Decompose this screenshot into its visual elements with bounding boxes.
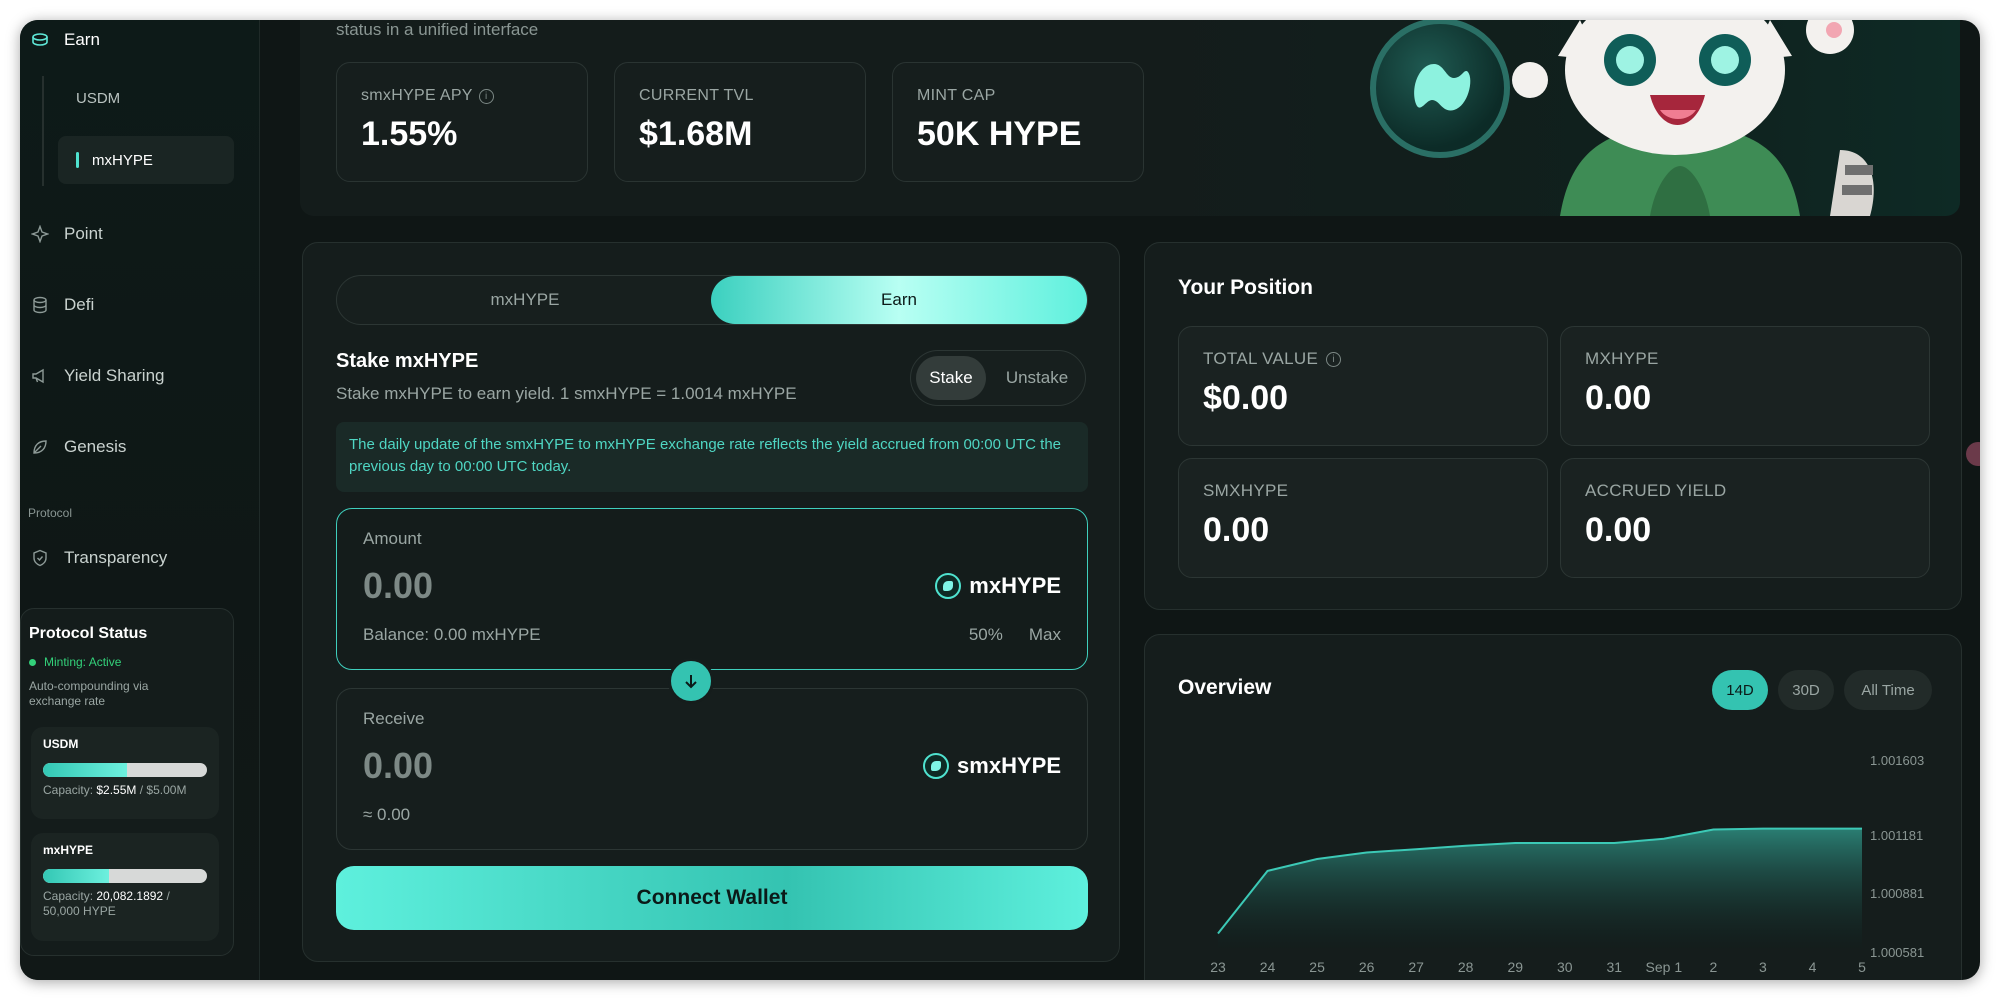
x-tick-label: Sep 1	[1646, 959, 1683, 975]
app-window: Earn USDM mxHYPE Point Defi Yield Sharin…	[20, 20, 1980, 980]
receive-approx: ≈ 0.00	[363, 805, 411, 824]
stake-title: Stake mxHYPE	[336, 350, 479, 372]
stat-value: 50K HYPE	[917, 115, 1082, 153]
x-tick-label: 2	[1709, 959, 1717, 975]
submenu-line	[42, 76, 44, 186]
receive-box: Receive 0.00 smxHYPE ≈ 0.00	[336, 688, 1088, 850]
sidebar-subitem-mxhype[interactable]: mxHYPE	[58, 136, 234, 184]
stake-mode-button[interactable]: Stake	[916, 356, 986, 400]
capacity-bar-fill	[43, 869, 109, 883]
sidebar-item-label: Earn	[64, 30, 100, 49]
position-title: Your Position	[1178, 276, 1313, 299]
y-tick-label: 1.000881	[1870, 886, 1924, 901]
x-tick-label: 24	[1260, 959, 1276, 975]
sidebar-item-point[interactable]: Point	[30, 214, 103, 254]
amount-input-box[interactable]: Amount 0.00 mxHYPE Balance: 0.00 mxHYPE …	[336, 508, 1088, 670]
exchange-rate-notice: The daily update of the smxHYPE to mxHYP…	[336, 422, 1088, 492]
section-label-protocol: Protocol	[28, 506, 73, 520]
token-mxhype: mxHYPE	[935, 573, 1061, 599]
x-tick-label: 4	[1809, 959, 1817, 975]
x-tick-label: 3	[1759, 959, 1767, 975]
x-tick-label: 25	[1309, 959, 1325, 975]
shield-icon	[30, 548, 50, 568]
connect-wallet-button[interactable]: Connect Wallet	[336, 866, 1088, 930]
balance-text: Balance: 0.00 mxHYPE	[363, 625, 541, 644]
capacity-bar	[43, 869, 207, 883]
sidebar-item-genesis[interactable]: Genesis	[30, 427, 126, 467]
x-tick-label: 31	[1607, 959, 1623, 975]
overview-area-chart: 23 24 25 26 27 28 29 30 31 Sep 1 2 3 4 51.0016031.001…	[1210, 753, 1924, 975]
cat-mascot-illustration	[1512, 20, 1874, 216]
leaf-icon	[30, 437, 50, 457]
hero-subtitle: status in a unified interface	[336, 20, 539, 39]
stat-card-mint-cap: MINT CAP 50K HYPE	[892, 62, 1144, 182]
megaphone-icon	[30, 366, 50, 386]
x-tick-label: 27	[1408, 959, 1424, 975]
status-dot-icon	[29, 658, 36, 666]
swap-direction-button[interactable]	[668, 658, 714, 704]
token-smxhype: smxHYPE	[923, 753, 1061, 779]
sidebar: Earn USDM mxHYPE Point Defi Yield Sharin…	[20, 20, 260, 980]
asset-toggle: mxHYPE Earn	[336, 275, 1088, 325]
x-tick-label: 23	[1210, 959, 1226, 975]
amount-input[interactable]: 0.00	[363, 565, 433, 607]
mxhype-token-icon	[935, 573, 962, 599]
stat-card-tvl: CURRENT TVL $1.68M	[614, 62, 866, 182]
tab-mxhype[interactable]: mxHYPE	[337, 276, 713, 324]
overview-title: Overview	[1178, 676, 1272, 699]
y-tick-label: 1.000581	[1870, 945, 1924, 960]
tab-earn[interactable]: Earn	[711, 276, 1087, 324]
capacity-bar	[43, 763, 207, 777]
sidebar-item-defi[interactable]: Defi	[30, 285, 94, 325]
position-card-total-value: TOTAL VALUE i $0.00	[1178, 326, 1548, 446]
half-button[interactable]: 50%	[969, 625, 1003, 645]
capacity-box-mxhype: mxHYPE Capacity: 20,082.1892 / 50,000 HY…	[31, 833, 219, 941]
sparkle-icon	[30, 224, 50, 244]
range-14d-button[interactable]: 14D	[1712, 670, 1768, 710]
stat-value: $1.68M	[639, 115, 753, 153]
x-tick-label: 26	[1359, 959, 1375, 975]
x-tick-label: 28	[1458, 959, 1474, 975]
sidebar-subitem-usdm[interactable]: USDM	[58, 74, 234, 122]
capacity-bar-fill	[43, 763, 127, 777]
range-30d-button[interactable]: 30D	[1778, 670, 1834, 710]
hype-coin-illustration	[1370, 20, 1510, 158]
y-tick-label: 1.001181	[1870, 828, 1923, 843]
x-tick-label: 5	[1858, 959, 1866, 975]
stat-value: 1.55%	[361, 115, 458, 153]
chart-area	[1218, 828, 1862, 948]
edge-widget-icon[interactable]	[1966, 442, 1980, 466]
position-card-mxhype: MXHYPE 0.00	[1560, 326, 1930, 446]
minting-status: Minting: Active	[29, 655, 225, 669]
stake-mode-toggle: Stake Unstake	[910, 350, 1086, 406]
stat-card-apy: smxHYPE APY i 1.55%	[336, 62, 588, 182]
unstake-mode-button[interactable]: Unstake	[993, 356, 1081, 400]
database-icon	[30, 295, 50, 315]
capacity-text: Capacity: $2.55M / $5.00M	[43, 783, 187, 797]
y-tick-label: 1.001603	[1870, 753, 1924, 768]
max-button[interactable]: Max	[1029, 625, 1061, 645]
x-tick-label: 30	[1557, 959, 1573, 975]
capacity-box-usdm: USDM Capacity: $2.55M / $5.00M	[31, 727, 219, 819]
protocol-status-card: Protocol Status Minting: Active Auto-com…	[20, 608, 234, 956]
capacity-text: Capacity: 20,082.1892 / 50,000 HYPE	[43, 889, 170, 918]
x-tick-label: 29	[1507, 959, 1523, 975]
range-all-time-button[interactable]: All Time	[1844, 670, 1932, 710]
sidebar-item-earn[interactable]: Earn	[30, 20, 100, 60]
receive-value: 0.00	[363, 745, 434, 786]
position-card-smxhype: SMXHYPE 0.00	[1178, 458, 1548, 578]
arrow-down-icon	[685, 675, 697, 689]
info-icon[interactable]: i	[1326, 351, 1342, 367]
sidebar-item-transparency[interactable]: Transparency	[30, 538, 167, 578]
info-icon[interactable]: i	[478, 88, 494, 104]
sidebar-item-yield-sharing[interactable]: Yield Sharing	[30, 356, 165, 396]
protocol-status-desc: Auto-compounding via exchange rate	[29, 679, 149, 708]
position-card-accrued-yield: ACCRUED YIELD 0.00	[1560, 458, 1930, 578]
protocol-status-title: Protocol Status	[29, 625, 148, 642]
smxhype-token-icon	[923, 753, 950, 779]
coins-icon	[30, 30, 50, 50]
stake-subtitle: Stake mxHYPE to earn yield. 1 smxHYPE = …	[336, 384, 797, 403]
